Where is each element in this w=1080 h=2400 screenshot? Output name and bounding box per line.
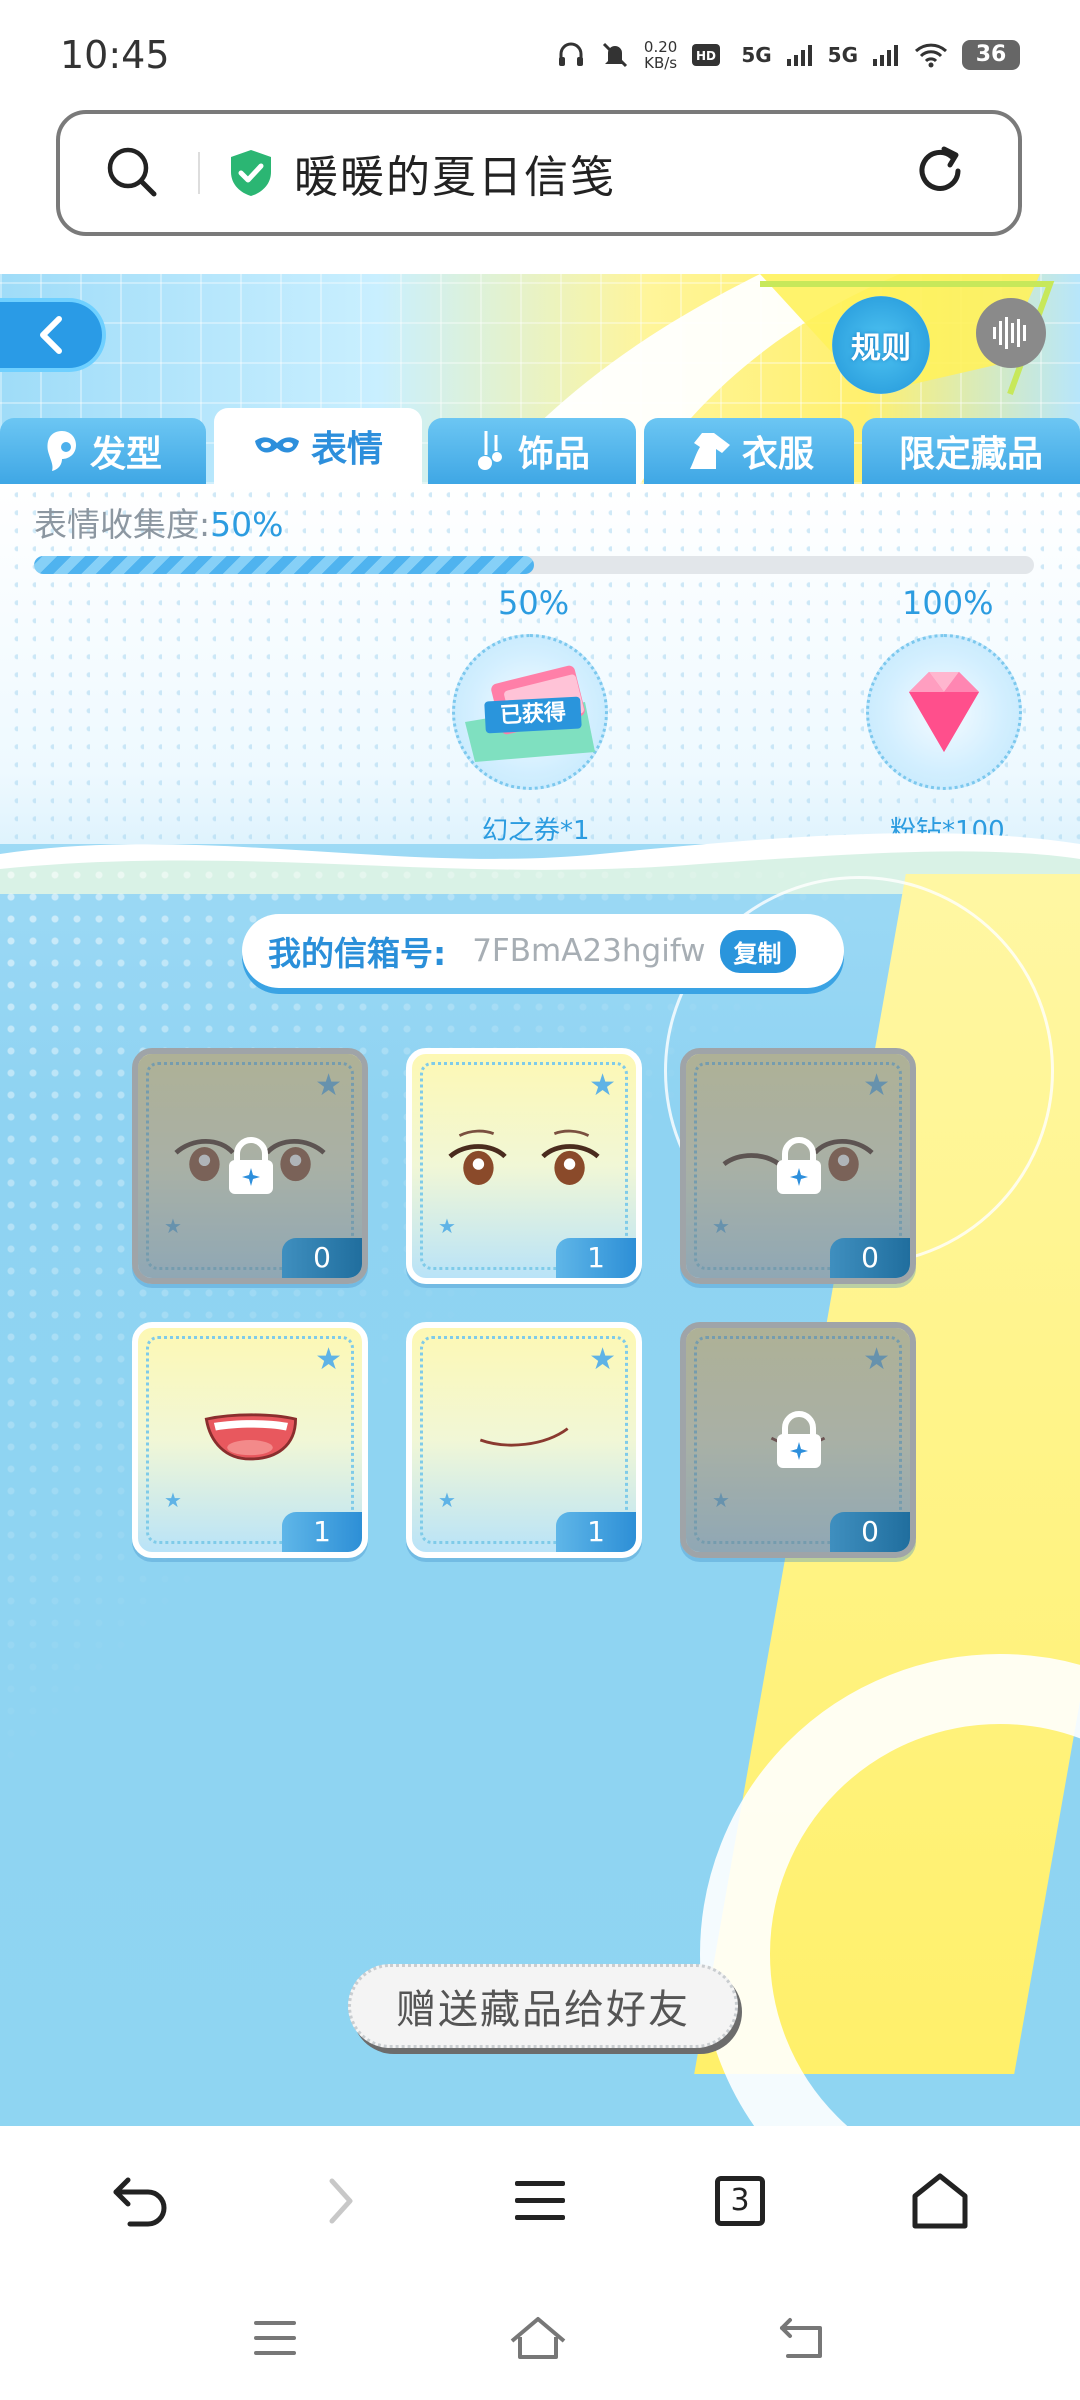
hair-icon [47,431,76,471]
reward-ticket[interactable]: 已获得 [452,634,608,790]
game-area: 规则 发型 表情 饰品 衣服 限定藏品 表情收集度:50% 50% 已获得 幻之… [0,274,1080,2126]
item-count: 1 [556,1512,636,1552]
network-type-1: 5G [741,43,772,67]
home-button[interactable] [900,2161,980,2241]
clothes-icon [689,433,730,469]
mask-icon [254,437,299,453]
tab-limited[interactable]: 限定藏品 [862,418,1080,484]
collection-panel: 表情收集度:50% 50% 已获得 幻之券*1 100% 粉钻*100 [0,484,1080,846]
star-icon: ★ [315,1342,342,1377]
tab-label: 发型 [89,434,162,475]
hd-icon: HD [692,44,721,66]
tab-clothes[interactable]: 衣服 [644,418,854,484]
rules-button[interactable]: 规则 [832,296,930,394]
system-home-icon[interactable] [508,2315,568,2361]
status-icons: 0.20 KB/s HD 5G 5G 36 [556,39,1020,71]
star-icon: ★ [589,1342,616,1377]
network-type-2: 5G [827,43,858,67]
recent-apps-icon[interactable] [252,2319,298,2357]
system-back-icon[interactable] [778,2316,828,2360]
lock-icon [777,1411,821,1468]
mailbox-id: 7FBmA23hgifw [472,933,706,969]
sound-wave-icon [993,317,1026,349]
svg-text:HD: HD [696,49,716,63]
refresh-icon[interactable] [912,143,972,203]
tab-accessory[interactable]: 饰品 [428,418,636,484]
progress-fill [34,556,534,574]
lock-icon [777,1137,821,1194]
status-time: 10:45 [60,33,170,77]
expression-item[interactable]: ★ ★ 1 [406,1322,642,1558]
tab-count: 3 [715,2176,765,2226]
pink-diamond-icon [909,672,979,752]
claimed-badge: 已获得 [484,696,582,734]
item-count: 0 [282,1238,362,1278]
audio-button[interactable] [976,298,1046,368]
star-icon: ★ [438,1488,456,1512]
category-tabs: 发型 表情 饰品 衣服 限定藏品 [0,408,1080,484]
mute-bell-icon [602,42,627,68]
back-button[interactable] [0,298,106,372]
collection-value: 50% [210,505,284,544]
signal-icon-2 [873,45,898,66]
chevron-left-icon [40,316,62,354]
tabs-button[interactable]: 3 [700,2161,780,2241]
browser-toolbar: 3 [0,2126,1080,2276]
rules-label: 规则 [851,331,911,366]
star-icon: ★ [438,1214,456,1238]
menu-icon [515,2181,565,2220]
expression-item[interactable]: ★ ★ 0 [680,1048,916,1284]
collection-progress-bar [34,556,1034,574]
status-bar: 10:45 0.20 KB/s HD 5G 5G 36 [0,0,1080,110]
reward-diamond[interactable] [866,634,1022,790]
copy-button[interactable]: 复制 [719,929,796,973]
item-count: 1 [556,1238,636,1278]
gift-to-friend-button[interactable]: 赠送藏品给好友 [348,1964,738,2048]
chevron-right-icon [329,2178,353,2224]
collection-label: 表情收集度:50% [34,505,284,544]
headphones-icon [558,42,583,66]
item-count: 1 [282,1512,362,1552]
undo-arrow-icon [113,2177,167,2227]
back-nav-button[interactable] [100,2161,180,2241]
tab-hair[interactable]: 发型 [0,418,206,484]
shield-check-icon [231,150,271,196]
expression-item[interactable]: ★ ★ 1 [132,1322,368,1558]
star-icon: ★ [164,1488,182,1512]
forward-nav-button[interactable] [300,2161,380,2241]
tab-label: 衣服 [741,434,814,475]
accessory-icon [477,431,502,470]
menu-button[interactable] [500,2161,580,2241]
expression-item[interactable]: ★ ★ 0 [132,1048,368,1284]
lock-icon [229,1137,273,1194]
gift-button-label: 赠送藏品给好友 [396,1987,690,2033]
wifi-icon [914,43,948,68]
system-navigation [0,2276,1080,2400]
tab-expression[interactable]: 表情 [214,408,422,484]
expression-item[interactable]: ★ ★ 0 [680,1322,916,1558]
expression-item[interactable]: ★ ★ 1 [406,1048,642,1284]
tab-label: 表情 [310,429,383,470]
star-icon: ★ [589,1068,616,1103]
item-count: 0 [830,1512,910,1552]
mailbox-label: 我的信箱号: [268,934,447,973]
mailbox-bar: 我的信箱号: 7FBmA23hgifw 复制 [242,914,844,988]
milestone-percent: 100% [902,584,994,622]
network-speed: 0.20 KB/s [643,38,678,72]
tab-label: 限定藏品 [898,434,1043,475]
address-bar[interactable]: 暖暖的夏日信笺 [56,110,1022,236]
search-icon[interactable] [60,144,160,202]
milestone-percent: 50% [498,584,570,622]
address-divider [198,152,200,194]
signal-icon [786,45,812,66]
home-icon [912,2173,968,2229]
page-title[interactable]: 暖暖的夏日信笺 [294,141,912,205]
battery-indicator: 36 [962,40,1020,70]
tab-label: 饰品 [517,434,590,475]
item-count: 0 [830,1238,910,1278]
